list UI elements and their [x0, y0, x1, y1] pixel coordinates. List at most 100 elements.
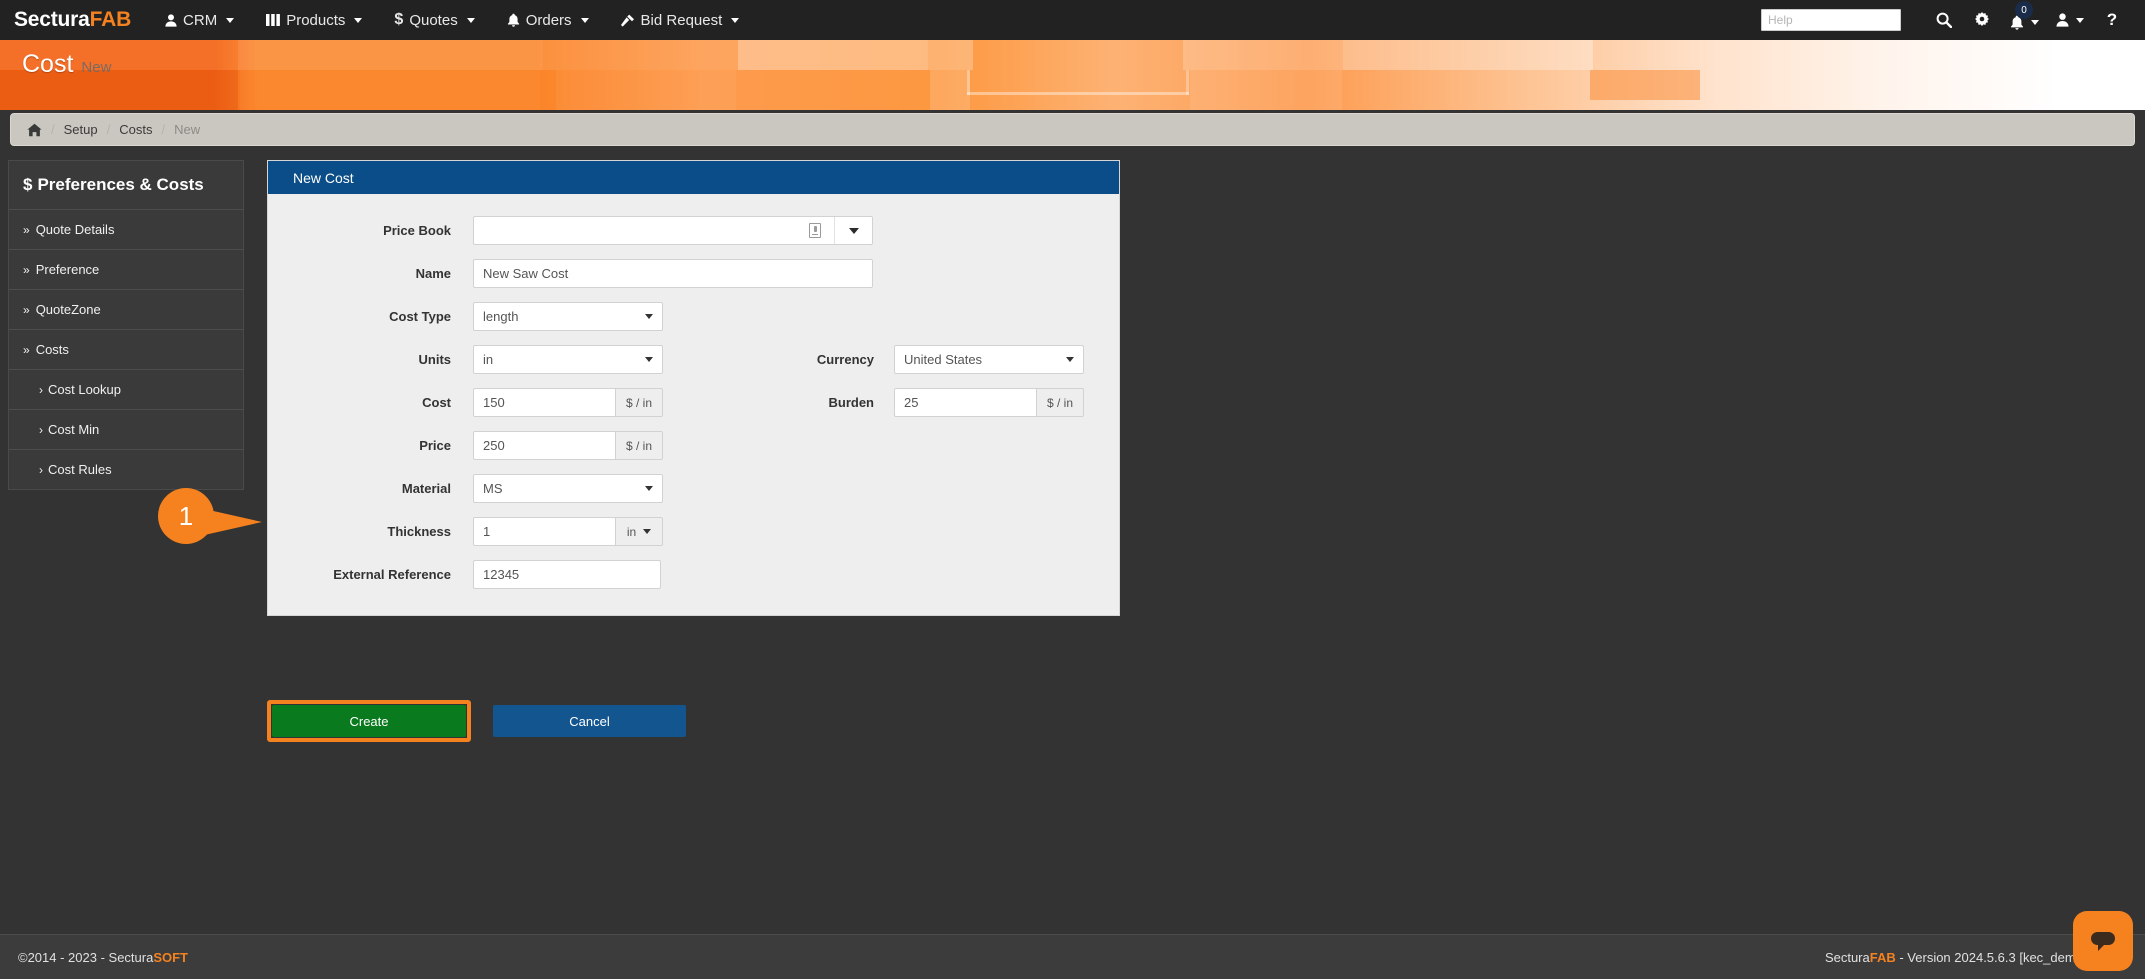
footer-copyright-text: ©2014 - 2023 - Sectura: [18, 950, 153, 965]
sidebar-item-costs[interactable]: » Costs: [9, 330, 243, 370]
footer: ©2014 - 2023 - SecturaSOFT SecturaFAB - …: [0, 934, 2145, 979]
search-icon[interactable]: [1925, 0, 1963, 40]
name-label: Name: [268, 266, 473, 281]
user-menu-button[interactable]: [2047, 0, 2093, 40]
page-header-banner: CostNew: [0, 40, 2145, 110]
price-book-dropdown-button[interactable]: [834, 217, 872, 244]
burden-unit-addon: $ / in: [1037, 388, 1084, 417]
form-row-thickness: Thickness in: [268, 517, 1119, 546]
form-actions: Create Cancel: [267, 700, 686, 742]
user-icon: [165, 14, 177, 27]
form-row-units-currency: Units in Currency United States: [268, 345, 1119, 374]
units-select[interactable]: in: [473, 345, 663, 374]
top-navigation-bar: SecturaFAB CRM Products $ Quotes Ord: [0, 0, 2145, 40]
burden-input[interactable]: [894, 388, 1037, 417]
cost-type-value: length: [483, 309, 637, 324]
chevron-down-icon: [2076, 18, 2084, 23]
chevron-down-icon: [1066, 357, 1074, 362]
grid-icon: [266, 14, 280, 26]
material-select[interactable]: MS: [473, 474, 663, 503]
sidebar-item-label: Cost Min: [48, 422, 99, 437]
sidebar-item-quote-details[interactable]: » Quote Details: [9, 210, 243, 250]
sidebar-item-cost-min[interactable]: › Cost Min: [9, 410, 243, 450]
cancel-button[interactable]: Cancel: [493, 705, 686, 737]
price-label: Price: [268, 438, 473, 453]
notifications-bell-button[interactable]: 0: [2001, 0, 2047, 40]
gear-icon[interactable]: [1963, 0, 2001, 40]
double-chevron-right-icon: »: [23, 263, 30, 277]
callout-step-number: 1: [179, 501, 193, 532]
page-title-subtitle: New: [81, 59, 111, 76]
burden-label: Burden: [774, 395, 894, 410]
sidebar-item-label: Quote Details: [36, 222, 115, 237]
create-button[interactable]: Create: [272, 705, 466, 737]
sidebar-item-label: Costs: [36, 342, 69, 357]
chat-widget-button[interactable]: [2073, 911, 2133, 971]
breadcrumb-separator: /: [51, 122, 55, 137]
nav-item-bid-request-label: Bid Request: [641, 12, 723, 29]
currency-select[interactable]: United States: [894, 345, 1084, 374]
price-book-combo[interactable]: [473, 216, 873, 245]
sidebar-item-label: Cost Rules: [48, 462, 112, 477]
name-input[interactable]: [473, 259, 873, 288]
double-chevron-right-icon: »: [23, 343, 30, 357]
nav-item-bid-request[interactable]: Bid Request: [605, 0, 756, 40]
breadcrumb-item-costs[interactable]: Costs: [119, 122, 152, 137]
thickness-unit-value: in: [627, 525, 636, 539]
form-row-cost-burden: Cost $ / in Burden $ / in: [268, 388, 1119, 417]
help-search-input[interactable]: [1761, 9, 1901, 31]
thickness-unit-select[interactable]: in: [616, 517, 663, 546]
price-input[interactable]: [473, 431, 616, 460]
cost-type-label: Cost Type: [268, 309, 473, 324]
footer-copyright: ©2014 - 2023 - SecturaSOFT: [18, 950, 188, 965]
chevron-down-icon: [643, 529, 651, 534]
sidebar: $Preferences & Costs » Quote Details » P…: [8, 160, 244, 490]
chevron-down-icon: [2031, 20, 2039, 25]
form-row-material: Material MS: [268, 474, 1119, 503]
page-title: CostNew: [22, 50, 111, 79]
brand-logo[interactable]: SecturaFAB: [0, 8, 149, 32]
currency-value: United States: [904, 352, 1058, 367]
breadcrumb-item-setup[interactable]: Setup: [64, 122, 98, 137]
nav-item-crm-label: CRM: [183, 12, 217, 29]
sidebar-item-preference[interactable]: » Preference: [9, 250, 243, 290]
chevron-right-icon: ›: [39, 463, 43, 477]
home-icon[interactable]: [27, 123, 42, 137]
cost-input[interactable]: [473, 388, 616, 417]
external-reference-input[interactable]: [473, 560, 661, 589]
chevron-down-icon: [354, 18, 362, 23]
price-book-input[interactable]: [474, 217, 796, 244]
panel-title: New Cost: [268, 161, 1119, 194]
nav-item-products-label: Products: [286, 12, 345, 29]
banner-texture: [0, 40, 2145, 110]
sidebar-item-quotezone[interactable]: » QuoteZone: [9, 290, 243, 330]
material-label: Material: [268, 481, 473, 496]
double-chevron-right-icon: »: [23, 303, 30, 317]
nav-item-quotes[interactable]: $ Quotes: [378, 0, 490, 40]
sidebar-item-label: Cost Lookup: [48, 382, 121, 397]
question-mark-icon[interactable]: ?: [2093, 0, 2131, 40]
panel-body: Price Book Name: [268, 194, 1119, 615]
form-row-cost-type: Cost Type length: [268, 302, 1119, 331]
chat-bubble-icon: [2089, 928, 2117, 954]
currency-group: Currency United States: [774, 345, 1084, 374]
nav-item-orders[interactable]: Orders: [491, 0, 605, 40]
nav-item-products[interactable]: Products: [250, 0, 378, 40]
external-reference-label: External Reference: [268, 567, 473, 582]
notification-count-badge: 0: [2015, 1, 2033, 19]
cost-type-select[interactable]: length: [473, 302, 663, 331]
breadcrumb: / Setup / Costs / New: [10, 113, 2135, 146]
sidebar-item-cost-lookup[interactable]: › Cost Lookup: [9, 370, 243, 410]
cost-control: $ / in: [473, 388, 663, 417]
thickness-control: in: [473, 517, 663, 546]
price-book-lookup-button[interactable]: [796, 217, 834, 244]
thickness-label: Thickness: [268, 524, 473, 539]
gavel-icon: [621, 14, 635, 27]
dollar-icon: $: [394, 11, 403, 29]
dollar-icon: $: [23, 175, 32, 194]
sidebar-item-cost-rules[interactable]: › Cost Rules: [9, 450, 243, 489]
form-row-external-reference: External Reference: [268, 560, 1119, 589]
thickness-input[interactable]: [473, 517, 616, 546]
nav-item-crm[interactable]: CRM: [149, 0, 250, 40]
cost-label: Cost: [268, 395, 473, 410]
